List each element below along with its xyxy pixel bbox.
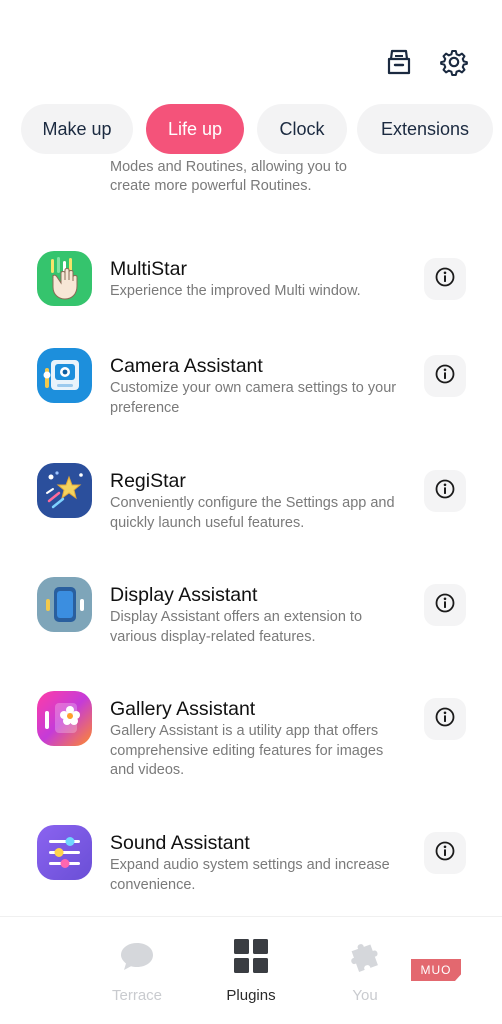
store-box-icon[interactable]	[381, 44, 417, 80]
display-phone-icon	[37, 577, 92, 632]
tab-life-up[interactable]: Life up	[146, 104, 244, 154]
nav-plugins[interactable]: Plugins	[196, 937, 306, 1017]
item-description: Gallery Assistant is a utility app that …	[110, 723, 384, 778]
partial-item-description: Modes and Routines, allowing you to crea…	[110, 160, 347, 194]
info-icon	[434, 266, 456, 293]
grid-icon	[232, 937, 270, 975]
item-description: Experience the improved Multi window.	[110, 283, 361, 299]
info-button[interactable]	[424, 355, 466, 397]
item-description: Display Assistant offers an extension to…	[110, 609, 363, 645]
info-button[interactable]	[424, 470, 466, 512]
item-description: Conveniently configure the Settings app …	[110, 495, 395, 531]
tab-extensions[interactable]: Extensions	[357, 104, 493, 154]
tab-clock[interactable]: Clock	[257, 104, 347, 154]
category-tabs: Make up Life up Clock Extensions	[0, 104, 502, 156]
item-title: Camera Assistant	[110, 355, 263, 377]
info-button[interactable]	[424, 258, 466, 300]
info-icon	[434, 840, 456, 867]
camera-assistant-icon	[37, 348, 92, 403]
chat-bubble-icon	[118, 937, 156, 975]
info-icon	[434, 706, 456, 733]
item-title: RegiStar	[110, 470, 186, 492]
nav-terrace[interactable]: Terrace	[82, 937, 192, 1017]
muo-watermark-logo: MUO	[411, 959, 461, 981]
plugin-list[interactable]: Modes and Routines, allowing you to crea…	[0, 160, 502, 915]
registar-star-icon	[37, 463, 92, 518]
info-button[interactable]	[424, 698, 466, 740]
top-bar	[0, 0, 502, 100]
gear-icon[interactable]	[436, 44, 472, 80]
item-title: Gallery Assistant	[110, 698, 256, 720]
item-title: MultiStar	[110, 258, 187, 280]
tab-make-up[interactable]: Make up	[21, 104, 133, 154]
info-button[interactable]	[424, 832, 466, 874]
puzzle-icon	[346, 937, 384, 975]
item-title: Sound Assistant	[110, 832, 250, 854]
info-icon	[434, 478, 456, 505]
sound-equalizer-icon	[37, 825, 92, 880]
item-description: Expand audio system settings and increas…	[110, 857, 390, 893]
nav-you[interactable]: You	[310, 937, 420, 1017]
info-icon	[434, 592, 456, 619]
multistar-hand-icon	[37, 251, 92, 306]
item-description: Customize your own camera settings to yo…	[110, 380, 397, 416]
info-icon	[434, 363, 456, 390]
info-button[interactable]	[424, 584, 466, 626]
item-title: Display Assistant	[110, 584, 258, 606]
gallery-flower-icon	[37, 691, 92, 746]
